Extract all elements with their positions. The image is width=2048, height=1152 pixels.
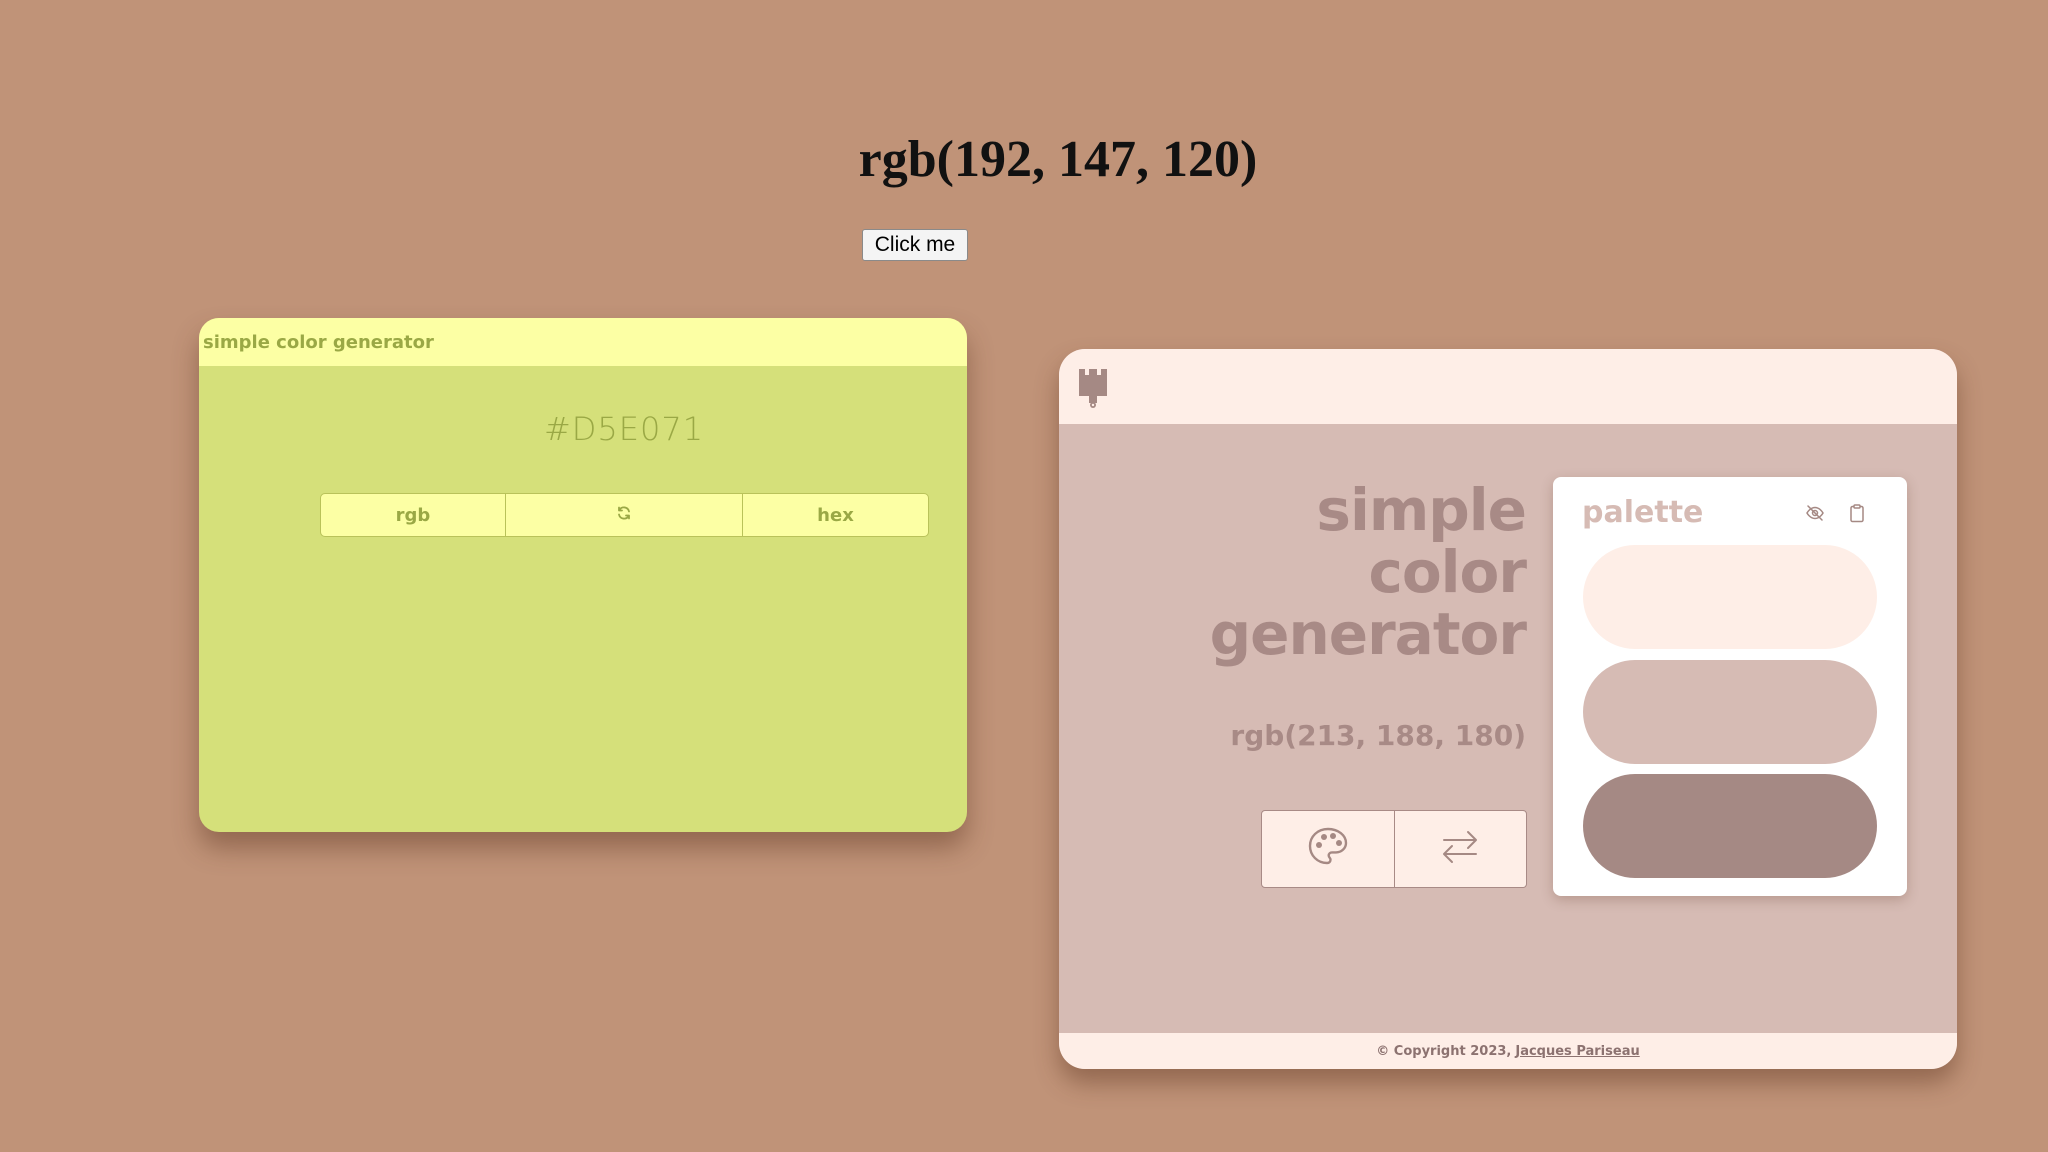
rgb-value-display: rgb(213, 188, 180) — [1230, 719, 1526, 752]
swap-arrows-icon — [1438, 825, 1482, 874]
page: rgb(192, 147, 120) Click me simple color… — [0, 0, 2048, 1152]
title-line: simple — [1316, 476, 1527, 544]
card-title: simple color generator — [203, 331, 434, 353]
color-generator-card-pink: simple color generator rgb(213, 188, 180… — [1059, 349, 1957, 1069]
palette-swatch[interactable] — [1583, 545, 1877, 649]
eye-slash-icon[interactable] — [1805, 503, 1825, 523]
title-line: color — [1368, 538, 1527, 606]
click-me-button[interactable]: Click me — [862, 229, 968, 261]
refresh-button[interactable] — [506, 494, 743, 536]
palette-swatch[interactable] — [1583, 660, 1877, 764]
palette-button[interactable] — [1262, 811, 1395, 887]
page-title: rgb(192, 147, 120) — [858, 131, 1258, 188]
rgb-button[interactable]: rgb — [321, 494, 506, 536]
author-link[interactable]: Jacques Pariseau — [1515, 1044, 1639, 1059]
swap-button[interactable] — [1395, 811, 1527, 887]
footer: © Copyright 2023, Jacques Pariseau — [1059, 1033, 1957, 1069]
color-generator-card-green: simple color generator #D5E071 rgb hex — [199, 318, 967, 832]
palette-title: palette — [1582, 495, 1704, 530]
paintbrush-icon[interactable] — [1077, 367, 1109, 409]
action-button-group — [1261, 810, 1527, 888]
palette-swatch[interactable] — [1583, 774, 1877, 878]
card-header-bar: simple color generator — [199, 318, 967, 366]
card-header-bar — [1059, 349, 1957, 424]
palette-icon — [1306, 825, 1350, 874]
format-button-group: rgb hex — [320, 493, 929, 537]
hex-value-display: #D5E071 — [543, 410, 705, 448]
hex-button[interactable]: hex — [743, 494, 928, 536]
copyright-text: © Copyright 2023, — [1376, 1043, 1512, 1059]
title-line: generator — [1209, 600, 1527, 668]
clipboard-icon[interactable] — [1847, 503, 1867, 523]
generator-title: simple color generator — [1209, 476, 1527, 668]
refresh-icon — [616, 505, 632, 526]
palette-panel: palette — [1553, 477, 1907, 896]
